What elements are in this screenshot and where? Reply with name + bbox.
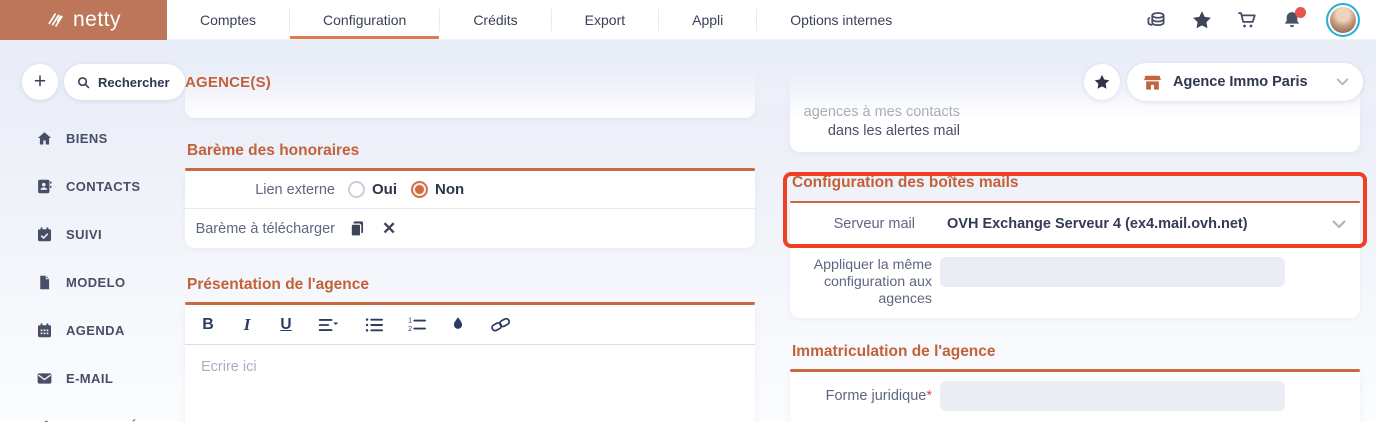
topbar-icon-group xyxy=(1146,0,1376,39)
top-navigation-bar: netty Comptes Configuration Crédits Expo… xyxy=(0,0,1376,40)
editor-toolbar: B I U 1 2 xyxy=(185,305,755,345)
home-icon xyxy=(37,131,52,145)
tab-credits[interactable]: Crédits xyxy=(440,0,550,39)
page-title: AGENCE(S) xyxy=(185,74,271,91)
mail-server-label: Serveur mail xyxy=(833,216,915,232)
document-icon xyxy=(40,275,50,289)
credits-coins-icon[interactable] xyxy=(1146,9,1168,31)
ordered-list-icon[interactable]: 1 2 xyxy=(408,317,426,333)
legal-form-row: Forme juridique* xyxy=(790,372,1360,411)
search-icon xyxy=(78,76,90,88)
favorite-page-button[interactable] xyxy=(1084,64,1120,100)
user-avatar[interactable] xyxy=(1326,2,1360,37)
calendar-check-icon xyxy=(37,226,52,241)
external-link-label: Lien externe xyxy=(255,181,335,198)
fees-card: Lien externe Oui Non Barème à télécharge… xyxy=(185,171,755,248)
mail-server-select[interactable]: OVH Exchange Serveur 4 (ex4.mail.ovh.net… xyxy=(947,216,1360,232)
logo-hatch-icon xyxy=(48,13,63,27)
tab-appli[interactable]: Appli xyxy=(659,0,756,39)
notifications-bell-icon[interactable] xyxy=(1281,6,1306,31)
sidebar-item-biens[interactable]: BIENS xyxy=(0,114,175,162)
tab-export[interactable]: Export xyxy=(552,0,658,39)
add-button[interactable]: + xyxy=(22,64,58,100)
legal-form-input[interactable] xyxy=(940,381,1285,411)
external-link-row: Lien externe Oui Non xyxy=(185,171,755,208)
registration-card: Forme juridique* xyxy=(790,372,1360,422)
tab-configuration[interactable]: Configuration xyxy=(290,0,440,39)
italic-icon[interactable]: I xyxy=(240,315,254,335)
megaphone-icon xyxy=(42,419,48,422)
radio-oui[interactable] xyxy=(348,181,365,198)
radio-non[interactable] xyxy=(411,181,428,198)
presentation-editor[interactable]: Ecrire ici xyxy=(185,345,755,389)
radio-oui-label[interactable]: Oui xyxy=(372,181,397,198)
cart-icon[interactable] xyxy=(1236,9,1258,31)
logo-text: netty xyxy=(72,8,122,31)
notification-dot xyxy=(1295,6,1306,18)
calendar-icon xyxy=(37,322,52,337)
tab-options-internes[interactable]: Options internes xyxy=(757,0,925,39)
section-title-fees: Barème des honoraires xyxy=(187,142,360,159)
download-scale-label: Barème à télécharger xyxy=(195,220,335,237)
svg-text:1: 1 xyxy=(408,317,412,324)
sidebar-item-agenda[interactable]: AGENDA xyxy=(0,306,175,354)
clear-file-icon[interactable]: ✕ xyxy=(382,220,396,237)
search-button[interactable]: Rechercher xyxy=(64,64,185,100)
tab-comptes[interactable]: Comptes xyxy=(167,0,289,39)
section-title-presentation: Présentation de l'agence xyxy=(187,276,369,293)
favorites-star-icon[interactable] xyxy=(1191,9,1213,31)
underline-icon[interactable]: U xyxy=(279,316,293,334)
mailbox-card: Serveur mail OVH Exchange Serveur 4 (ex4… xyxy=(790,203,1360,318)
legal-form-label: Forme juridique* xyxy=(825,388,932,404)
agency-name: Agence Immo Paris xyxy=(1173,74,1308,90)
apply-config-input[interactable] xyxy=(940,257,1285,287)
svg-text:2: 2 xyxy=(408,325,412,333)
sidebar-item-email[interactable]: E-MAIL xyxy=(0,354,175,402)
chevron-down-icon xyxy=(1336,78,1349,86)
netty-app-window: netty Comptes Configuration Crédits Expo… xyxy=(0,0,1376,422)
bold-icon[interactable]: B xyxy=(201,316,215,334)
required-asterisk: * xyxy=(926,388,932,404)
sidebar-item-suivi[interactable]: SUIVI xyxy=(0,210,175,258)
search-label: Rechercher xyxy=(98,74,170,90)
section-title-mailbox: Configuration des boîtes mails xyxy=(792,174,1019,191)
download-scale-row: Barème à télécharger ✕ xyxy=(185,209,755,248)
chevron-down-icon xyxy=(1332,220,1346,228)
sidebar: + Rechercher BIENS CONTACTS SUIVI MODELO… xyxy=(0,40,185,422)
agency-selector[interactable]: Agence Immo Paris xyxy=(1127,63,1363,101)
text-color-droplet-icon[interactable] xyxy=(451,316,465,333)
sidebar-item-publicite[interactable]: PUBLICITÉ xyxy=(0,402,175,422)
apply-config-row: Appliquer la même configuration aux agen… xyxy=(790,246,1360,308)
alerts-label: agences à mes contacts dans les alertes … xyxy=(803,104,960,139)
contacts-icon xyxy=(38,179,52,193)
netty-logo[interactable]: netty xyxy=(0,0,167,40)
link-icon[interactable] xyxy=(490,316,511,333)
files-icon[interactable] xyxy=(348,219,367,238)
presentation-card: B I U 1 2 Ecrire ici xyxy=(185,305,755,422)
storefront-icon xyxy=(1144,75,1161,90)
apply-config-label: Appliquer la même configuration aux agen… xyxy=(813,257,932,307)
bullet-list-icon[interactable] xyxy=(365,317,383,333)
section-title-registration: Immatriculation de l'agence xyxy=(792,343,996,360)
main-tabs: Comptes Configuration Crédits Export App… xyxy=(167,0,925,39)
mail-server-row: Serveur mail OVH Exchange Serveur 4 (ex4… xyxy=(790,203,1360,245)
align-icon[interactable] xyxy=(318,317,340,333)
envelope-icon xyxy=(37,372,52,384)
page-body: + Rechercher BIENS CONTACTS SUIVI MODELO… xyxy=(0,40,1376,422)
sidebar-item-modelo[interactable]: MODELO xyxy=(0,258,175,306)
star-icon xyxy=(1094,74,1110,89)
radio-non-label[interactable]: Non xyxy=(435,181,464,198)
mail-server-value: OVH Exchange Serveur 4 (ex4.mail.ovh.net… xyxy=(947,216,1248,232)
sidebar-item-contacts[interactable]: CONTACTS xyxy=(0,162,175,210)
